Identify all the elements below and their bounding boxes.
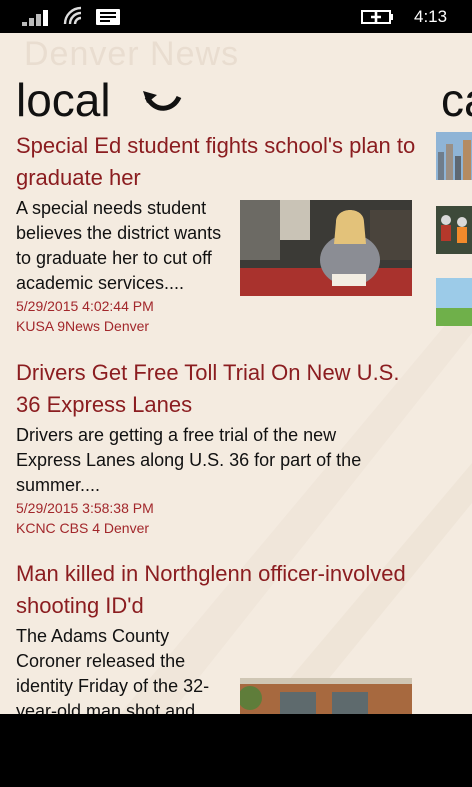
next-section-peek[interactable]: ca xyxy=(441,73,472,127)
article-summary: Drivers are getting a free trial of the … xyxy=(16,425,362,495)
article-photo[interactable] xyxy=(240,678,412,714)
section-title: local xyxy=(16,74,111,126)
article-headline[interactable]: Man killed in Northglenn officer-involve… xyxy=(16,558,416,622)
system-nav-bar xyxy=(0,714,472,787)
article-item[interactable]: Man killed in Northglenn officer-involve… xyxy=(16,558,416,714)
article-date: 5/29/2015 4:02:44 PM xyxy=(16,298,154,314)
status-bar: 4:13 xyxy=(0,0,472,33)
app-panorama[interactable]: Denver News local ca Special Ed student … xyxy=(0,33,472,714)
article-item[interactable]: Special Ed student fights school's plan … xyxy=(16,130,416,336)
article-source: KUSA 9News Denver xyxy=(16,318,150,334)
signal-icon xyxy=(22,8,54,26)
clock: 4:13 xyxy=(414,7,448,26)
article-summary: A special needs student believes the dis… xyxy=(16,198,222,293)
thumb-nature[interactable] xyxy=(436,278,472,326)
refresh-icon[interactable] xyxy=(143,85,183,115)
article-date: 5/29/2015 3:58:38 PM xyxy=(16,500,154,516)
app-brand-title: Denver News xyxy=(24,35,240,73)
article-headline[interactable]: Drivers Get Free Toll Trial On New U.S. … xyxy=(16,357,416,421)
article-source: KCNC CBS 4 Denver xyxy=(16,520,150,536)
thumb-sports[interactable] xyxy=(436,206,472,254)
article-headline[interactable]: Special Ed student fights school's plan … xyxy=(16,130,416,194)
article-photo[interactable] xyxy=(240,200,412,296)
battery-charging-icon xyxy=(361,10,393,24)
article-item[interactable]: Drivers Get Free Toll Trial On New U.S. … xyxy=(16,357,416,538)
article-summary: The Adams County Coroner released the id… xyxy=(16,626,210,714)
messages-icon xyxy=(96,9,120,25)
wifi-icon xyxy=(63,6,82,25)
thumb-city[interactable] xyxy=(436,132,472,180)
